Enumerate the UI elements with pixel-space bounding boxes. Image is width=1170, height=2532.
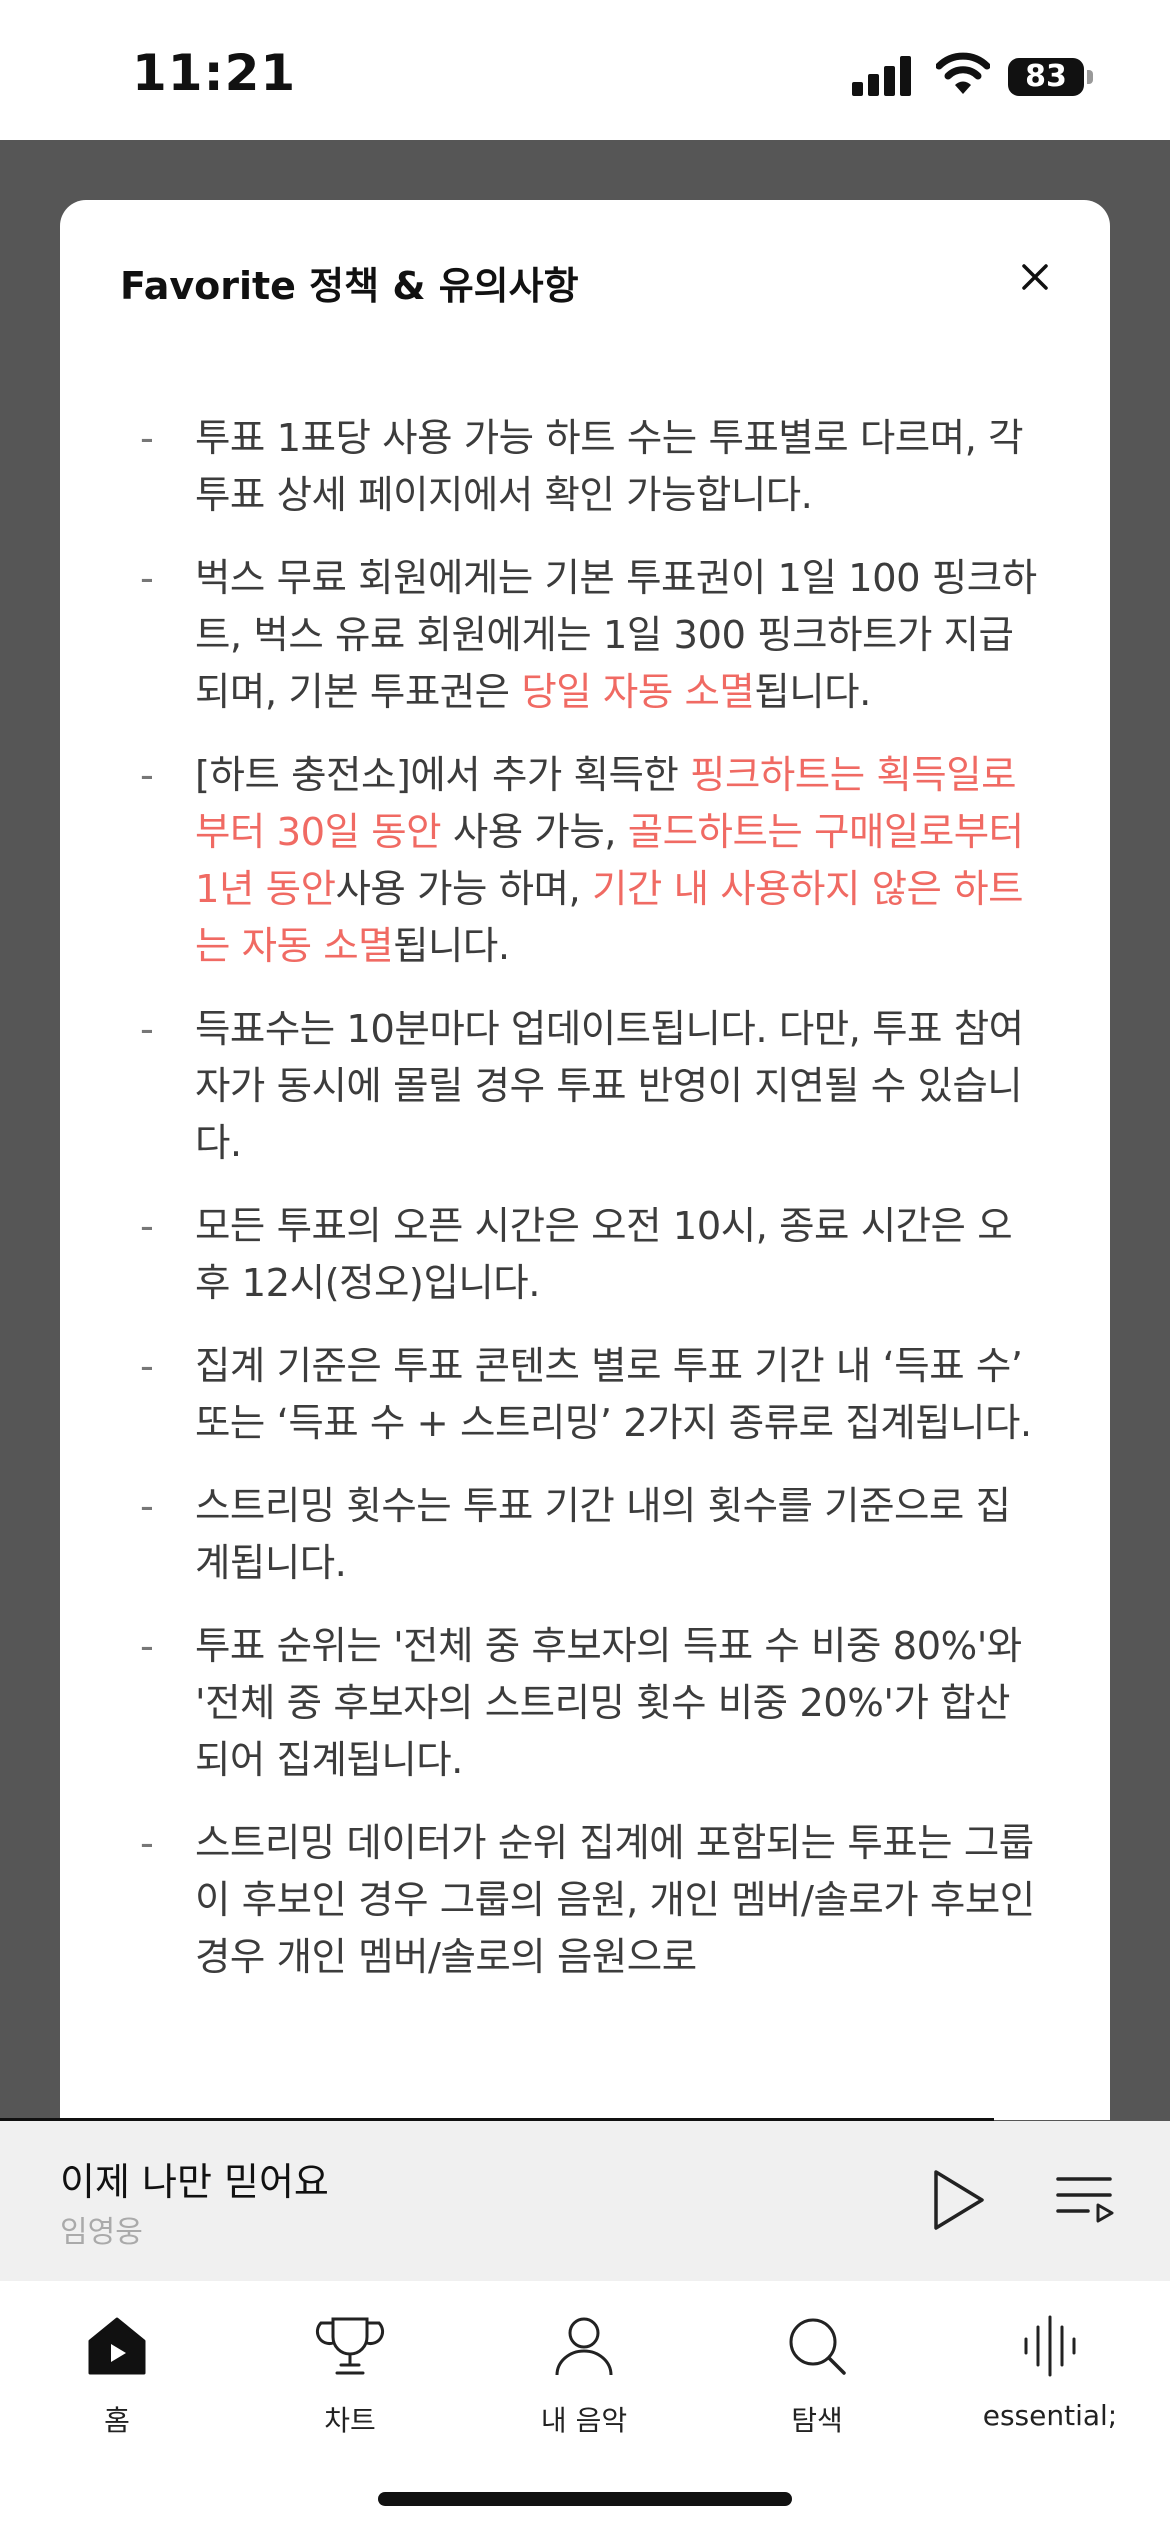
policy-text: 투표 1표당 사용 가능 하트 수는 투표별로 다르며, 각 투표 상세 페이지… bbox=[195, 416, 1024, 518]
policy-text: 사용 가능, bbox=[441, 810, 628, 855]
tab-essential-label: essential; bbox=[982, 2399, 1118, 2432]
playlist-button[interactable] bbox=[1054, 2169, 1118, 2229]
bullet-dash: - bbox=[140, 1624, 154, 1669]
policy-item: - 벅스 무료 회원에게는 기본 투표권이 1일 100 핑크하트, 벅스 유료 … bbox=[140, 550, 1040, 721]
policy-item: - 스트리밍 횟수는 투표 기간 내의 횟수를 기준으로 집계됩니다. bbox=[140, 1478, 1040, 1592]
bullet-dash: - bbox=[140, 753, 154, 798]
home-indicator bbox=[378, 2492, 792, 2506]
tab-my-music[interactable]: 내 음악 bbox=[494, 2311, 674, 2451]
play-icon bbox=[934, 2170, 984, 2230]
play-button[interactable] bbox=[928, 2167, 988, 2233]
tab-explore-label: 탐색 bbox=[791, 2404, 843, 2437]
status-time: 11:21 bbox=[132, 44, 297, 102]
policy-text: 됩니다. bbox=[393, 924, 510, 969]
bullet-dash: - bbox=[140, 1007, 154, 1052]
policy-item: - 투표 1표당 사용 가능 하트 수는 투표별로 다르며, 각 투표 상세 페이… bbox=[140, 410, 1040, 524]
policy-text: 모든 투표의 오픈 시간은 오전 10시, 종료 시간은 오후 12시(정오)입… bbox=[195, 1204, 1013, 1306]
tab-essential[interactable]: essential; bbox=[960, 2311, 1140, 2451]
policy-text: 스트리밍 데이터가 순위 집계에 포함되는 투표는 그룹이 후보인 경우 그룹의… bbox=[195, 1821, 1035, 1980]
wifi-icon bbox=[935, 50, 991, 98]
tab-home-label: 홈 bbox=[104, 2404, 130, 2437]
tab-explore[interactable]: 탐색 bbox=[727, 2311, 907, 2451]
bullet-dash: - bbox=[140, 1204, 154, 1249]
trophy-icon bbox=[315, 2317, 385, 2375]
bullet-dash: - bbox=[140, 556, 154, 601]
mini-player[interactable]: 이제 나만 믿어요 임영웅 bbox=[0, 2121, 1170, 2281]
person-icon bbox=[555, 2317, 613, 2376]
song-artist: 임영웅 bbox=[60, 2215, 143, 2250]
home-icon bbox=[88, 2317, 146, 2375]
close-icon bbox=[1022, 264, 1048, 290]
policy-item: - 모든 투표의 오픈 시간은 오전 10시, 종료 시간은 오후 12시(정오)… bbox=[140, 1198, 1040, 1312]
song-title: 이제 나만 믿어요 bbox=[60, 2160, 329, 2204]
tab-chart[interactable]: 차트 bbox=[260, 2311, 440, 2451]
playlist-icon bbox=[1056, 2177, 1114, 2223]
highlighted-text: 당일 자동 소멸 bbox=[521, 670, 755, 715]
battery-icon: 83 bbox=[1008, 58, 1084, 96]
bullet-dash: - bbox=[140, 416, 154, 461]
policy-text: 됩니다. bbox=[754, 670, 871, 715]
policy-item: - 득표수는 10분마다 업데이트됩니다. 다만, 투표 참여자가 동시에 몰릴 … bbox=[140, 1001, 1040, 1172]
policy-text: 투표 순위는 '전체 중 후보자의 득표 수 비중 80%'와 '전체 중 후보… bbox=[195, 1624, 1022, 1783]
tab-my-music-label: 내 음악 bbox=[540, 2404, 628, 2437]
policy-text: 스트리밍 횟수는 투표 기간 내의 횟수를 기준으로 집계됩니다. bbox=[195, 1484, 1011, 1586]
tab-chart-label: 차트 bbox=[324, 2404, 376, 2437]
close-button[interactable] bbox=[1008, 250, 1062, 304]
policy-item: - [하트 충전소]에서 추가 획득한 핑크하트는 획득일로부터 30일 동안 사… bbox=[140, 747, 1040, 975]
tab-home[interactable]: 홈 bbox=[27, 2311, 207, 2451]
bullet-dash: - bbox=[140, 1821, 154, 1866]
bullet-dash: - bbox=[140, 1484, 154, 1529]
battery-cap bbox=[1087, 70, 1093, 84]
policy-item: - 집계 기준은 투표 콘텐츠 별로 투표 기간 내 ‘득표 수’ 또는 ‘득표 … bbox=[140, 1338, 1040, 1452]
search-icon bbox=[789, 2318, 846, 2375]
policy-text: [하트 충전소]에서 추가 획득한 bbox=[195, 753, 691, 798]
status-bar: 11:21 83 bbox=[0, 0, 1170, 140]
policy-item: - 스트리밍 데이터가 순위 집계에 포함되는 투표는 그룹이 후보인 경우 그룹… bbox=[140, 1815, 1040, 1986]
policy-text: 집계 기준은 투표 콘텐츠 별로 투표 기간 내 ‘득표 수’ 또는 ‘득표 수… bbox=[195, 1344, 1032, 1446]
policy-text: 득표수는 10분마다 업데이트됩니다. 다만, 투표 참여자가 동시에 몰릴 경… bbox=[195, 1007, 1024, 1166]
policy-sheet: Favorite 정책 & 유의사항 - 투표 1표당 사용 가능 하트 수는 투… bbox=[60, 200, 1110, 2120]
policy-list: - 투표 1표당 사용 가능 하트 수는 투표별로 다르며, 각 투표 상세 페이… bbox=[140, 410, 1040, 2012]
policy-item: - 투표 순위는 '전체 중 후보자의 득표 수 비중 80%'와 '전체 중 후… bbox=[140, 1618, 1040, 1789]
sheet-title: Favorite 정책 & 유의사항 bbox=[120, 264, 579, 308]
policy-text: 사용 가능 하며, bbox=[335, 867, 592, 912]
waveform-icon bbox=[1024, 2315, 1076, 2377]
bullet-dash: - bbox=[140, 1344, 154, 1389]
cellular-signal-icon bbox=[852, 56, 914, 96]
